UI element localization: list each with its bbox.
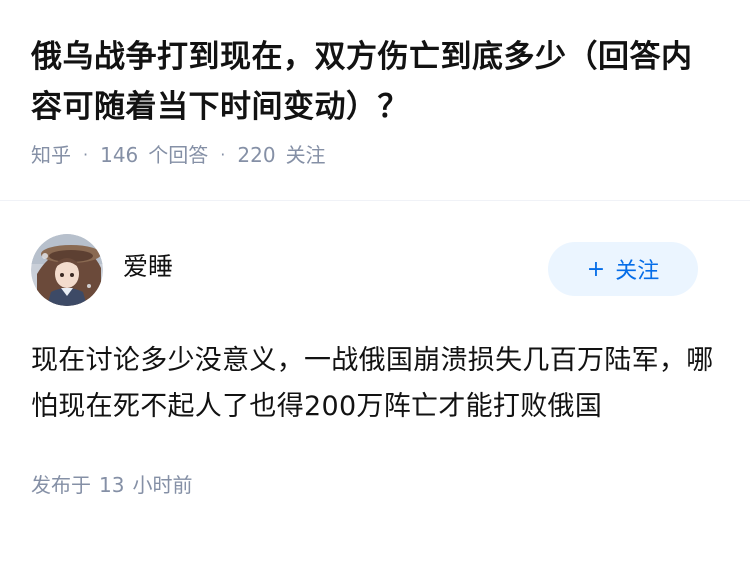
separator-dot: · [220,145,226,164]
follow-button-label: 关注 [615,259,660,284]
divider [0,200,750,201]
author-row: 爱睡 + 关注 [31,232,721,308]
question-meta: 知乎 · 146 个回答 · 220 关注 [31,140,721,170]
time-suffix: 小时前 [132,473,193,497]
time-prefix: 发布于 [31,473,91,497]
author-name[interactable]: 爱睡 [123,250,173,284]
answer-card: 爱睡 + 关注 现在讨论多少没意义，一战俄国崩溃损失几百万陆军，哪怕现在死不起人… [31,232,721,500]
follower-count: 220 [237,143,276,167]
time-value: 13 [99,473,125,497]
answer-timestamp: 发布于 13 小时前 [31,470,721,500]
question-header: 俄乌战争打到现在，双方伤亡到底多少（回答内容可随着当下时间变动）？ 知乎 · 1… [31,32,721,170]
answer-count: 146 [100,143,139,167]
follower-count-label: 关注 [285,143,326,167]
source-label[interactable]: 知乎 [31,140,71,170]
answer-count-label: 个回答 [148,143,209,167]
follow-button[interactable]: + 关注 [548,242,698,296]
question-title[interactable]: 俄乌战争打到现在，双方伤亡到底多少（回答内容可随着当下时间变动）？ [31,32,721,132]
plus-icon: + [586,256,606,282]
answer-content[interactable]: 现在讨论多少没意义，一战俄国崩溃损失几百万陆军，哪怕现在死不起人了也得200万阵… [31,338,721,430]
anime-avatar-icon[interactable] [31,234,103,306]
separator-dot: · [83,145,89,164]
